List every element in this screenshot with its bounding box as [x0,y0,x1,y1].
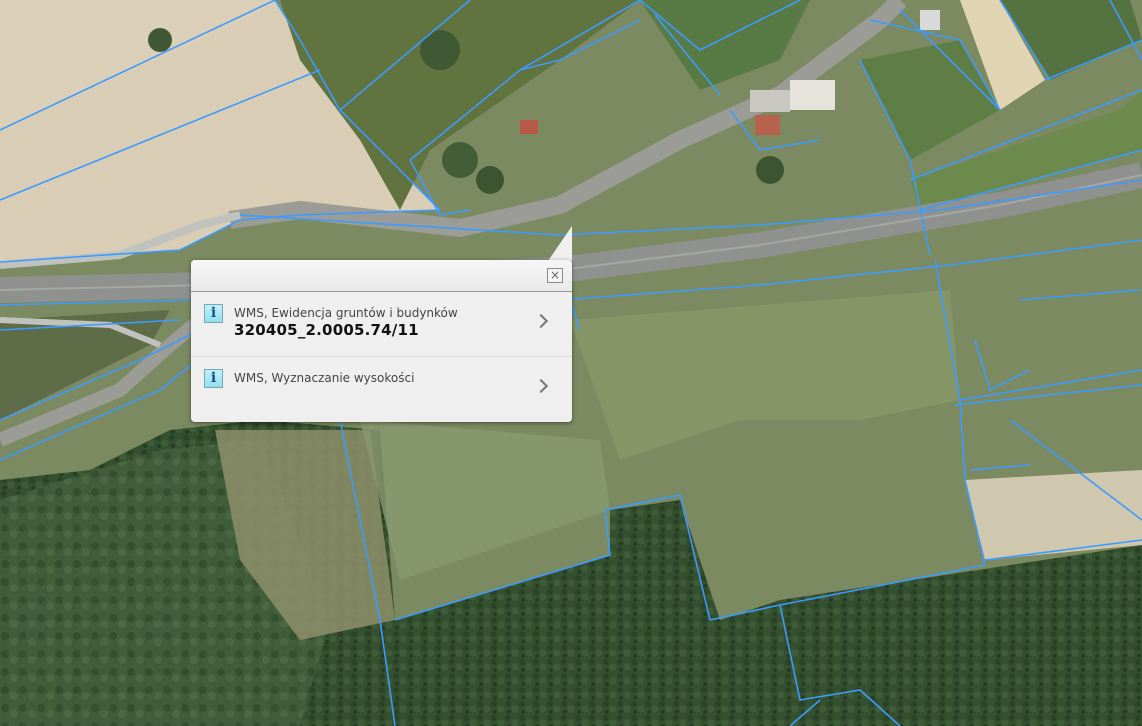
result-source-label: WMS, Ewidencja gruntów i budynków [234,306,458,320]
result-row-parcel[interactable]: i WMS, Ewidencja gruntów i budynków 3204… [191,292,572,357]
parcel-id-value: 320405_2.0005.74/11 [234,321,419,339]
identify-popup: × i WMS, Ewidencja gruntów i budynków 32… [191,260,572,422]
result-row-elevation[interactable]: i WMS, Wyznaczanie wysokości [191,357,572,421]
chevron-right-icon[interactable] [533,313,549,329]
chevron-right-icon[interactable] [533,378,549,394]
info-icon: i [204,304,223,323]
popup-pointer [548,226,572,261]
close-icon[interactable]: × [547,268,563,283]
info-icon: i [204,369,223,388]
result-source-label: WMS, Wyznaczanie wysokości [234,371,415,385]
popup-header: × [191,260,572,292]
